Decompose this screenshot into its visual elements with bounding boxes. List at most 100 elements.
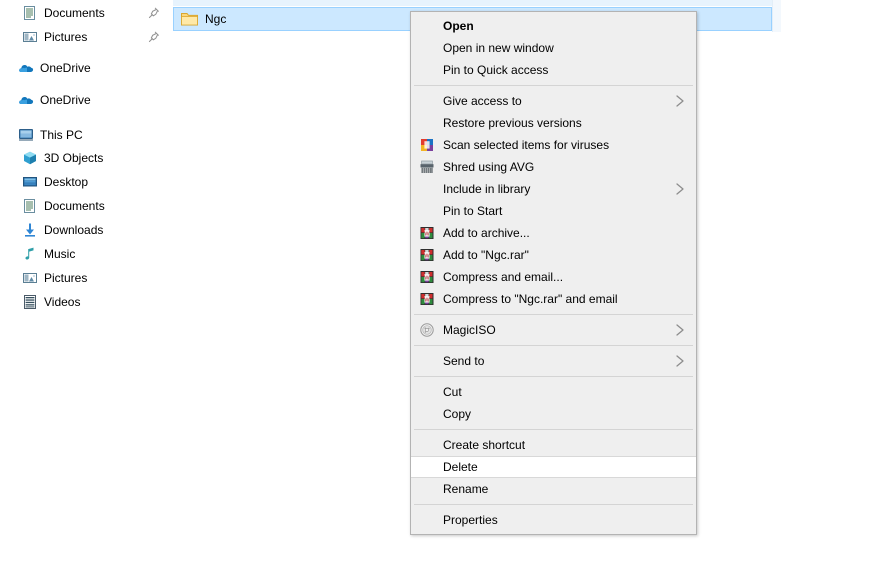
menu-item-label: Give access to	[443, 94, 522, 108]
chevron-right-icon[interactable]	[674, 182, 686, 196]
pictures-icon	[22, 270, 38, 286]
menu-item-icon-placeholder	[419, 437, 435, 453]
menu-item-open-in-new-window[interactable]: Open in new window	[411, 37, 696, 59]
sidebar-item-label: Documents	[44, 6, 105, 20]
menu-item-give-access-to[interactable]: Give access to	[411, 90, 696, 112]
menu-item-open[interactable]: Open	[411, 15, 696, 37]
sidebar-item-pictures[interactable]: Pictures	[22, 268, 173, 288]
winrar-icon: W	[419, 291, 435, 307]
file-item-label: Ngc	[205, 12, 227, 26]
menu-item-pin-to-start[interactable]: Pin to Start	[411, 200, 696, 222]
avg-shred-icon	[419, 159, 435, 175]
menu-item-icon-placeholder	[419, 93, 435, 109]
chevron-right-icon[interactable]	[674, 323, 686, 337]
navigation-pane: Documents Pictures OneDrive OneDrive This PC…	[0, 0, 173, 568]
menu-item-icon-placeholder	[419, 384, 435, 400]
pictures-icon	[22, 29, 38, 45]
downloads-icon	[22, 222, 38, 238]
menu-item-label: Rename	[443, 482, 489, 496]
sidebar-item-downloads[interactable]: Downloads	[22, 220, 173, 240]
menu-item-send-to[interactable]: Send to	[411, 350, 696, 372]
menu-item-add-to-ngc-rar[interactable]: W Add to "Ngc.rar"	[411, 244, 696, 266]
onedrive-cloud-icon	[18, 92, 34, 108]
menu-item-label: Shred using AVG	[443, 160, 535, 174]
menu-separator	[414, 85, 693, 86]
sidebar-item-label: Music	[44, 247, 76, 261]
sidebar-item-this-pc[interactable]: This PC	[18, 125, 173, 145]
pin-icon[interactable]	[147, 6, 161, 20]
menu-item-label: Scan selected items for viruses	[443, 138, 610, 152]
menu-item-label: Pin to Quick access	[443, 63, 549, 77]
sidebar-item-music[interactable]: Music	[22, 244, 173, 264]
menu-item-label: Cut	[443, 385, 462, 399]
menu-item-icon-placeholder	[419, 406, 435, 422]
menu-item-label: MagicISO	[443, 323, 496, 337]
menu-separator	[414, 429, 693, 430]
sidebar-item-pictures[interactable]: Pictures	[22, 27, 173, 47]
menu-item-label: Include in library	[443, 182, 531, 196]
menu-item-rename[interactable]: Rename	[411, 478, 696, 500]
menu-separator	[414, 345, 693, 346]
sidebar-item-label: Documents	[44, 199, 105, 213]
menu-item-icon-placeholder	[419, 481, 435, 497]
sidebar-item-label: Downloads	[44, 223, 104, 237]
winrar-icon: W	[419, 269, 435, 285]
sidebar-item-documents[interactable]: Documents	[22, 3, 173, 23]
menu-separator	[414, 504, 693, 505]
sidebar-item-label: Pictures	[44, 30, 88, 44]
sidebar-item-videos[interactable]: Videos	[22, 292, 173, 312]
menu-item-scan-selected-items-for-viruses[interactable]: Scan selected items for viruses	[411, 134, 696, 156]
menu-item-shred-using-avg[interactable]: Shred using AVG	[411, 156, 696, 178]
svg-text:W: W	[424, 275, 430, 281]
menu-item-label: Properties	[443, 513, 498, 527]
sidebar-item-label: Desktop	[44, 175, 89, 189]
chevron-right-icon[interactable]	[674, 354, 686, 368]
menu-item-label: Add to "Ngc.rar"	[443, 248, 529, 262]
music-icon	[22, 246, 38, 262]
svg-text:W: W	[424, 231, 430, 237]
menu-item-properties[interactable]: Properties	[411, 509, 696, 531]
menu-item-magiciso[interactable]: MagicISO	[411, 319, 696, 341]
menu-item-include-in-library[interactable]: Include in library	[411, 178, 696, 200]
menu-item-compress-and-email[interactable]: W Compress and email...	[411, 266, 696, 288]
menu-item-label: Delete	[443, 460, 478, 474]
menu-item-icon-placeholder	[419, 459, 435, 475]
menu-separator	[414, 314, 693, 315]
winrar-icon: W	[419, 247, 435, 263]
menu-item-restore-previous-versions[interactable]: Restore previous versions	[411, 112, 696, 134]
menu-item-label: Copy	[443, 407, 472, 421]
this-pc-icon	[18, 127, 34, 143]
menu-item-icon-placeholder	[419, 181, 435, 197]
avg-scan-icon	[419, 137, 435, 153]
menu-item-label: Send to	[443, 354, 485, 368]
magiciso-disc-icon	[419, 322, 435, 338]
menu-item-label: Open in new window	[443, 41, 554, 55]
menu-item-compress-to-ngc-rar-and-email[interactable]: W Compress to "Ngc.rar" and email	[411, 288, 696, 310]
folder-icon	[181, 12, 198, 26]
menu-item-cut[interactable]: Cut	[411, 381, 696, 403]
context-menu[interactable]: Open Open in new window Pin to Quick acces…	[410, 11, 697, 535]
chevron-right-icon[interactable]	[674, 94, 686, 108]
menu-item-icon-placeholder	[419, 18, 435, 34]
menu-item-pin-to-quick-access[interactable]: Pin to Quick access	[411, 59, 696, 81]
menu-item-label: Pin to Start	[443, 204, 503, 218]
menu-item-delete[interactable]: Delete	[411, 456, 696, 478]
sidebar-item-label: Videos	[44, 295, 81, 309]
sidebar-item-desktop[interactable]: Desktop	[22, 172, 173, 192]
sidebar-item-label: OneDrive	[40, 93, 91, 107]
menu-item-icon-placeholder	[419, 512, 435, 528]
pin-icon[interactable]	[147, 30, 161, 44]
menu-item-icon-placeholder	[419, 353, 435, 369]
sidebar-item-onedrive[interactable]: OneDrive	[18, 58, 173, 78]
menu-item-add-to-archive[interactable]: W Add to archive...	[411, 222, 696, 244]
svg-text:W: W	[424, 253, 430, 259]
3d-objects-icon	[22, 150, 38, 166]
sidebar-item-label: OneDrive	[40, 61, 91, 75]
menu-item-create-shortcut[interactable]: Create shortcut	[411, 434, 696, 456]
sidebar-item-onedrive[interactable]: OneDrive	[18, 90, 173, 110]
menu-item-label: Compress to "Ngc.rar" and email	[443, 292, 618, 306]
sidebar-item-3d-objects[interactable]: 3D Objects	[22, 148, 173, 168]
onedrive-cloud-icon	[18, 60, 34, 76]
menu-item-copy[interactable]: Copy	[411, 403, 696, 425]
sidebar-item-documents[interactable]: Documents	[22, 196, 173, 216]
